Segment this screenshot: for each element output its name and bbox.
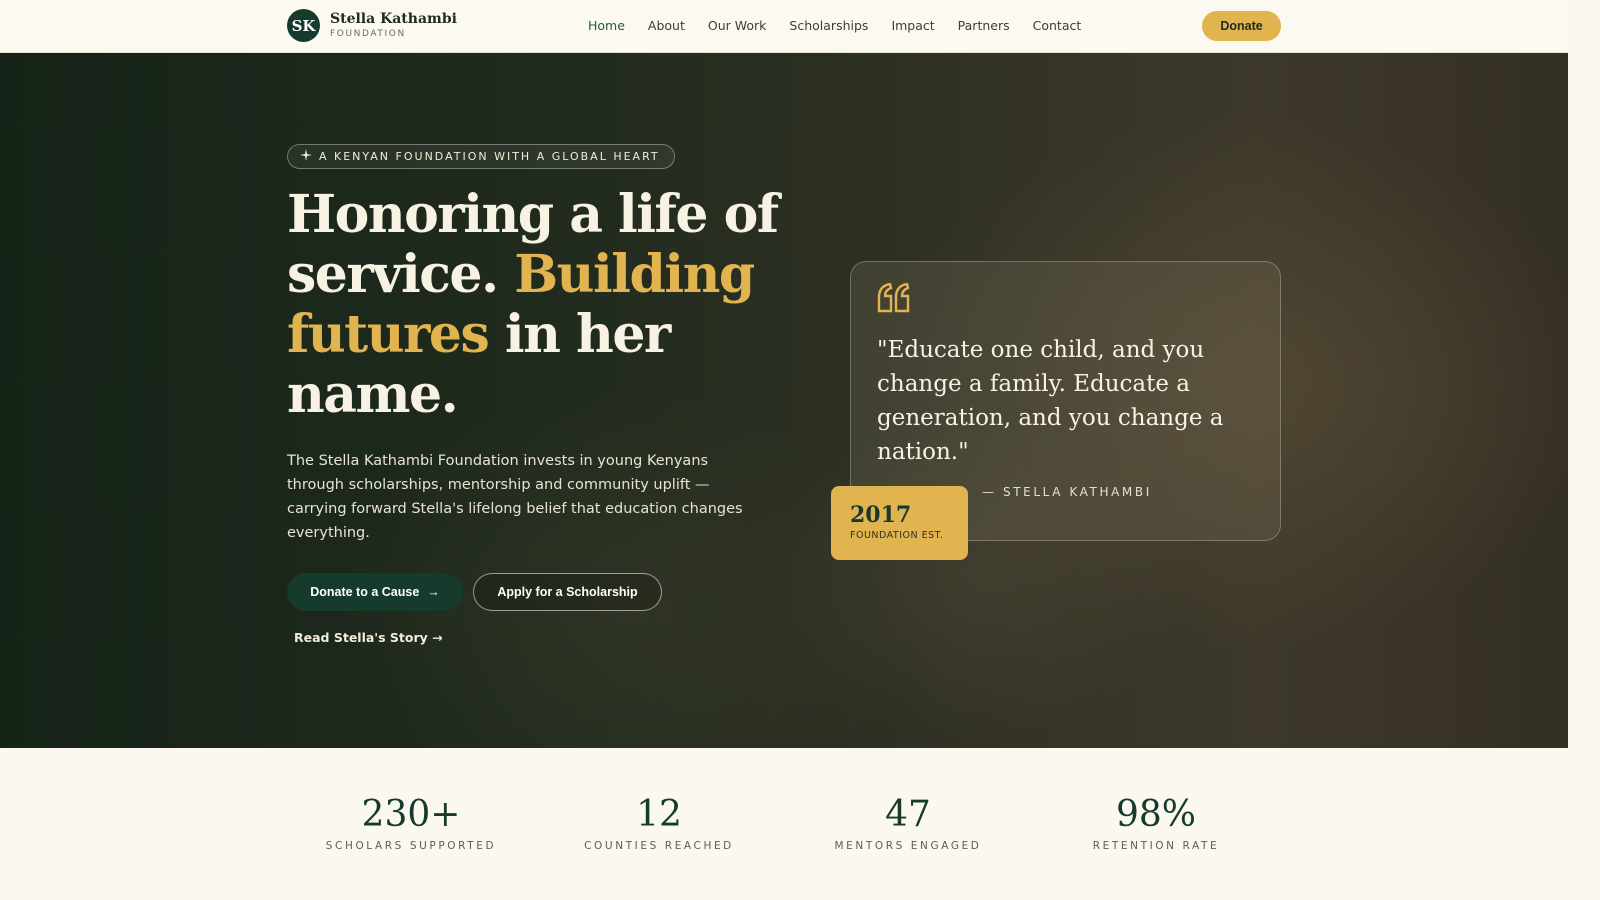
read-story-link[interactable]: Read Stella's Story →	[294, 630, 443, 645]
quote-text: "Educate one child, and you change a fam…	[877, 337, 1224, 465]
stat-value: 98%	[1115, 794, 1196, 835]
nav-home[interactable]: Home	[588, 18, 625, 33]
apply-scholarship-button[interactable]: Apply for a Scholarship	[473, 573, 662, 611]
main-menu: Home About Our Work Scholarships Impact …	[588, 18, 1104, 33]
nav-donate-button[interactable]: Donate	[1202, 11, 1281, 41]
donate-cause-label: Donate to a Cause	[310, 585, 420, 599]
founded-label: FOUNDATION EST.	[850, 530, 944, 541]
eyebrow-text: A KENYAN FOUNDATION WITH A GLOBAL HEART	[319, 150, 660, 163]
brand-subtitle: FOUNDATION	[330, 29, 406, 39]
logo-mark: SK	[287, 9, 320, 42]
quote-attribution: — STELLA KATHAMBI	[982, 485, 1152, 499]
stat-mentors: 47 MENTORS ENGAGED	[798, 792, 1018, 852]
nav-scholarships[interactable]: Scholarships	[789, 18, 868, 33]
quote-icon	[877, 283, 910, 313]
sparkle-icon	[300, 149, 312, 164]
stat-label: SCHOLARS SUPPORTED	[325, 840, 497, 852]
stat-retention: 98% RETENTION RATE	[1046, 792, 1266, 852]
eyebrow-pill: A KENYAN FOUNDATION WITH A GLOBAL HEART	[287, 144, 675, 169]
nav-contact[interactable]: Contact	[1033, 18, 1082, 33]
stat-value: 230+	[361, 794, 461, 835]
nav-impact[interactable]: Impact	[891, 18, 934, 33]
logo-text: Stella Kathambi FOUNDATION	[330, 12, 457, 39]
nav-about[interactable]: About	[648, 18, 685, 33]
nav-partners[interactable]: Partners	[958, 18, 1010, 33]
founded-badge: 2017 FOUNDATION EST.	[831, 486, 968, 560]
founded-year: 2017	[850, 502, 912, 528]
donate-cause-button[interactable]: Donate to a Cause →	[287, 573, 463, 611]
stat-label: MENTORS ENGAGED	[834, 840, 982, 852]
nav-our-work[interactable]: Our Work	[708, 18, 767, 33]
stat-value: 12	[636, 794, 682, 835]
stat-value: 47	[885, 794, 931, 835]
hero-lead: The Stella Kathambi Foundation invests i…	[287, 453, 743, 541]
brand-name: Stella Kathambi	[330, 11, 457, 27]
top-navigation: SK Stella Kathambi FOUNDATION Home About…	[0, 0, 1568, 53]
brand-logo[interactable]: SK Stella Kathambi FOUNDATION	[287, 9, 457, 42]
stat-scholars: 230+ SCHOLARS SUPPORTED	[301, 792, 521, 852]
stat-label: RETENTION RATE	[1092, 840, 1220, 852]
hero-headline: Honoring a life of service. Building fut…	[287, 185, 807, 425]
stat-label: COUNTIES REACHED	[584, 840, 734, 852]
stats-section: 230+ SCHOLARS SUPPORTED 12 COUNTIES REAC…	[0, 748, 1568, 882]
arrow-right-icon: →	[427, 585, 440, 599]
hero-section: A KENYAN FOUNDATION WITH A GLOBAL HEART …	[0, 53, 1568, 748]
stat-counties: 12 COUNTIES REACHED	[549, 792, 769, 852]
